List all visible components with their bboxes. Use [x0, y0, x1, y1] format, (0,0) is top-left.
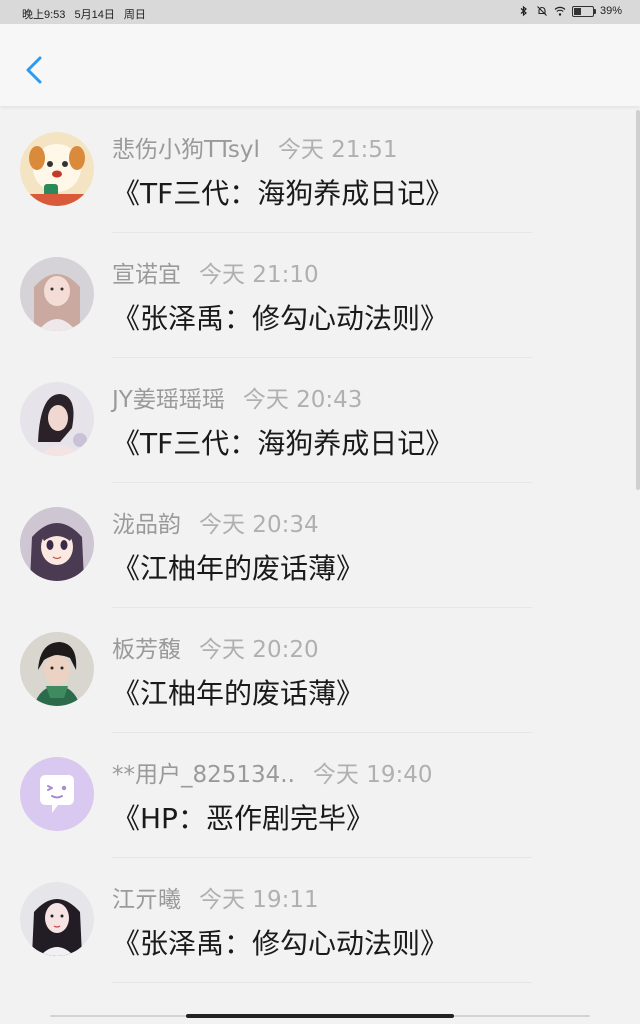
item-username[interactable]: JY姜瑶瑶瑶	[112, 387, 225, 413]
home-indicator[interactable]	[186, 1014, 454, 1018]
bluetooth-icon	[520, 5, 527, 17]
item-time: 今天 20:34	[199, 512, 319, 538]
battery-percent: 39%	[599, 5, 622, 17]
list-item[interactable]: 宣诺宜 今天 21:10 《张泽禹：修勾心动法则》	[0, 233, 640, 358]
avatar[interactable]	[20, 382, 94, 456]
header-bar	[0, 24, 640, 106]
item-time: 今天 20:20	[199, 637, 319, 663]
item-title[interactable]: 《TF三代：海狗养成日记》	[112, 422, 453, 462]
girl-photo-avatar-icon	[20, 257, 94, 331]
dark-hair-girl-avatar-icon	[20, 882, 94, 956]
chat-bubble-avatar-icon	[20, 757, 94, 831]
list-item[interactable]: **用户_825134.. 今天 19:40 《HP：恶作剧完毕》	[0, 733, 640, 858]
item-username[interactable]: 泷品韵	[112, 512, 181, 538]
item-username[interactable]: 板芳馥	[112, 637, 181, 663]
avatar[interactable]	[20, 507, 94, 581]
avatar[interactable]	[20, 632, 94, 706]
avatar[interactable]	[20, 257, 94, 331]
status-date: 5月14日	[74, 9, 115, 21]
item-time: 今天 19:11	[199, 887, 319, 913]
status-time: 晚上9:53	[22, 9, 66, 21]
list-item[interactable]: 江亓曦 今天 19:11 《张泽禹：修勾心动法则》	[0, 858, 640, 983]
list-item[interactable]: JY姜瑶瑶瑶 今天 20:43 《TF三代：海狗养成日记》	[0, 358, 640, 483]
item-time: 今天 20:43	[242, 387, 363, 413]
list-item[interactable]: 板芳馥 今天 20:20 《江柚年的废话薄》	[0, 608, 640, 733]
chevron-left-icon[interactable]	[18, 50, 52, 90]
item-username[interactable]: 江亓曦	[112, 887, 181, 913]
anime-girl-avatar-icon	[20, 507, 94, 581]
wifi-icon	[554, 6, 566, 16]
item-title[interactable]: 《江柚年的废话薄》	[112, 547, 364, 587]
list-item[interactable]: 泷品韵 今天 20:34 《江柚年的废话薄》	[0, 483, 640, 608]
message-list: 悲伤小狗TTsyl 今天 21:51 《TF三代：海狗养成日记》 宣诺宜 今天 21…	[0, 108, 640, 983]
item-username[interactable]: 悲伤小狗TTsyl	[112, 137, 260, 163]
item-title[interactable]: 《江柚年的废话薄》	[112, 672, 364, 712]
item-time: 今天 19:40	[312, 762, 433, 788]
boy-photo-avatar-icon	[20, 632, 94, 706]
item-title[interactable]: 《TF三代：海狗养成日记》	[112, 172, 453, 212]
item-username[interactable]: 宣诺宜	[112, 262, 181, 288]
mute-bell-icon	[537, 6, 547, 16]
list-item[interactable]: 悲伤小狗TTsyl 今天 21:51 《TF三代：海狗养成日记》	[0, 108, 640, 233]
item-title[interactable]: 《张泽禹：修勾心动法则》	[112, 297, 448, 337]
avatar[interactable]	[20, 882, 94, 956]
item-time: 今天 21:51	[277, 137, 398, 163]
status-weekday: 周日	[123, 9, 146, 21]
dark-hair-photo-avatar-icon	[20, 382, 94, 456]
item-title[interactable]: 《HP：恶作剧完毕》	[112, 797, 374, 837]
avatar[interactable]	[20, 132, 94, 206]
avatar[interactable]	[20, 757, 94, 831]
scrollbar[interactable]	[636, 110, 640, 490]
dog-avatar-icon	[20, 132, 94, 206]
item-time: 今天 21:10	[199, 262, 319, 288]
item-username[interactable]: **用户_825134..	[112, 762, 295, 788]
item-title[interactable]: 《张泽禹：修勾心动法则》	[112, 922, 448, 962]
battery-icon	[571, 5, 596, 17]
status-bar: 晚上9:53 5月14日 周日 39%	[0, 0, 640, 24]
divider	[112, 982, 532, 983]
